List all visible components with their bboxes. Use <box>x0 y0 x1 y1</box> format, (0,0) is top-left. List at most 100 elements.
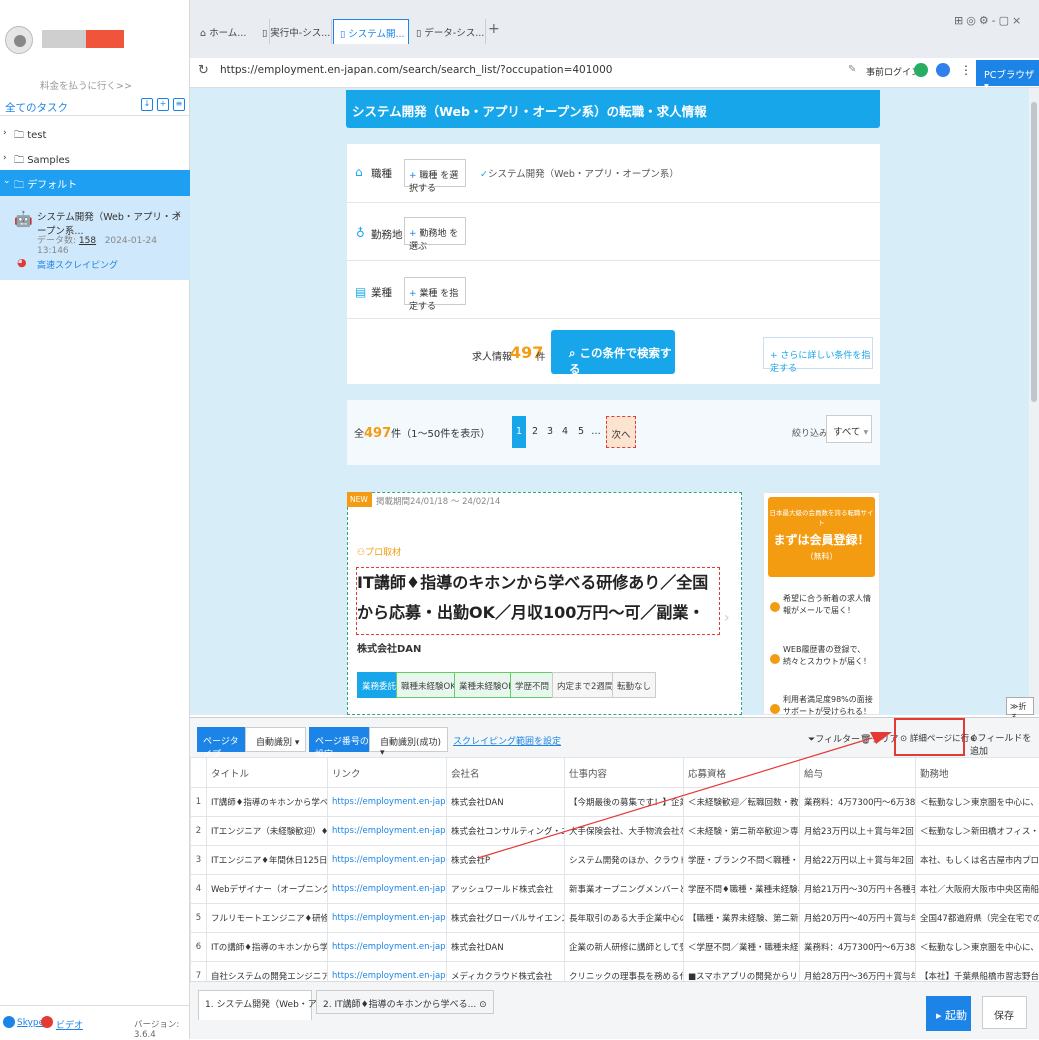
close-icon[interactable]: X <box>408 29 409 40</box>
pre-login-button[interactable]: 事前ログイン <box>866 65 920 78</box>
table-row[interactable]: 3ITエンジニア♦年間休日125日／リモ...https://employmen… <box>191 846 1039 875</box>
cell-location[interactable]: ＜転勤なし＞東京圏を中心に、大阪... <box>916 933 1039 962</box>
extension-icon-2[interactable] <box>936 63 950 77</box>
column-header[interactable]: 会社名 <box>447 758 565 788</box>
edit-icon[interactable]: ✎ <box>848 64 856 75</box>
table-row[interactable]: 2ITエンジニア（未経験歓迎）♦充実の...https://employment… <box>191 817 1039 846</box>
new-task-icon[interactable]: ↓ <box>141 98 153 111</box>
cell-company[interactable]: メディカクラウド株式会社 <box>447 962 565 982</box>
cell-job-content[interactable]: クリニックの理事長を務める代表が... <box>565 962 684 982</box>
column-header[interactable]: 給与 <box>800 758 916 788</box>
cell-title[interactable]: IT講師♦指導のキホンから学べる研修... <box>207 788 328 817</box>
cell-requirements[interactable]: 【職種・業界未経験、第二新卒歓迎... <box>684 904 800 933</box>
avatar[interactable] <box>5 26 33 54</box>
tab-system-dev[interactable]: ▯ システム開... X <box>333 19 409 44</box>
close-icon[interactable]: ⊙ <box>479 1000 487 1010</box>
cell-job-content[interactable]: 【今期最後の募集です！】企業の新... <box>565 788 684 817</box>
table-row[interactable]: 1IT講師♦指導のキホンから学べる研修...https://employment… <box>191 788 1039 817</box>
filter-button[interactable]: ⏷フィルター <box>808 732 860 745</box>
table-row[interactable]: 4Webデザイナー（オープニング募集...https://employment.… <box>191 875 1039 904</box>
signup-ad-banner[interactable]: 日本最大級の会員数を誇る転職サイト まずは会員登録！ （無料） <box>768 497 875 577</box>
pay-link[interactable]: 料金を払うに行く>> <box>40 78 132 92</box>
cell-title[interactable]: Webデザイナー（オープニング募集... <box>207 875 328 904</box>
column-header[interactable]: リンク <box>328 758 447 788</box>
tab-data[interactable]: ▯ データ-シス... X <box>410 19 486 44</box>
next-page-button[interactable]: 次へ <box>606 416 636 448</box>
cell-job-content[interactable]: システム開発のほか、クラウド構築... <box>565 846 684 875</box>
video-link[interactable]: ビデオ <box>56 1018 83 1031</box>
pc-browser-button[interactable]: PCブラウザ ▾ <box>976 60 1039 86</box>
cell-salary[interactable]: 業務料：4万7300円～6万3800円／... <box>800 788 916 817</box>
select-job-type-button[interactable]: 職種 を選択する <box>404 159 466 187</box>
page-type-select[interactable]: 自動識別 ▾ <box>245 727 306 752</box>
page-4[interactable]: 4 <box>558 416 572 448</box>
cell-link[interactable]: https://employment.en-japan.com/de... <box>328 904 447 933</box>
filter-select[interactable]: すべて ▾ <box>826 415 872 443</box>
job-title-link[interactable]: IT講師♦指導のキホンから学べる研修あり／全国から応募・出勤OK／月収100万円… <box>356 567 720 635</box>
cell-location[interactable]: ＜転勤なし＞東京圏を中心に、大阪... <box>916 788 1039 817</box>
cell-job-content[interactable]: 長年取引のある大手企業中心のシス... <box>565 904 684 933</box>
cell-company[interactable]: 株式会社コンサルティング・エムア... <box>447 817 565 846</box>
all-tasks-label[interactable]: 全てのタスク <box>5 100 68 115</box>
cell-requirements[interactable]: 学歴・ブランク不問＜職種・業種未... <box>684 846 800 875</box>
add-field-button[interactable]: ⊕フィールドを追加 <box>970 731 1039 757</box>
search-button[interactable]: ⌕ この条件で検索する <box>551 330 675 374</box>
page-scrollbar[interactable] <box>1029 88 1039 715</box>
cell-requirements[interactable]: ＜未経験歓迎／転職回数・教育ブラ... <box>684 788 800 817</box>
tree-item-default[interactable]: ⌄ 🗀 デフォルト <box>0 170 190 196</box>
cell-location[interactable]: ＜転勤なし＞新田橋オフィス・小川... <box>916 817 1039 846</box>
menu-icon[interactable]: ⋮ <box>960 63 972 77</box>
cell-requirements[interactable]: ■スマホアプリの開発からリリースま... <box>684 962 800 982</box>
run-button[interactable]: ▸ 起動 <box>926 996 971 1031</box>
cell-title[interactable]: 自社システムの開発エンジニア♦年間... <box>207 962 328 982</box>
select-location-button[interactable]: 勤務地 を選ぶ <box>404 217 466 245</box>
tree-item-samples[interactable]: › 🗀 Samples <box>0 147 190 171</box>
cell-link[interactable]: https://employment.en-japan.com/de... <box>328 962 447 982</box>
add-group-icon[interactable]: + <box>157 98 169 111</box>
clear-button[interactable]: 🗑クリア <box>860 732 898 745</box>
cell-title[interactable]: ITエンジニア（未経験歓迎）♦充実の... <box>207 817 328 846</box>
cell-location[interactable]: 本社／大阪府大阪市中央区南船場3-7... <box>916 875 1039 904</box>
page-3[interactable]: 3 <box>543 416 557 448</box>
url-field[interactable]: https://employment.en-japan.com/search/s… <box>220 64 612 76</box>
page-2[interactable]: 2 <box>528 416 542 448</box>
cell-requirements[interactable]: ＜学歴不問／業種・職種未経験、第... <box>684 933 800 962</box>
cell-company[interactable]: 株式会社P <box>447 846 565 875</box>
window-controls[interactable]: ⊞◎⚙-▢× <box>954 14 1024 27</box>
task-item[interactable]: 🤖 システム開発（Web・アプリ・オープン系... x データ数: 158 20… <box>0 196 190 280</box>
step-tab-2[interactable]: 2. IT講師♦指導のキホンから学べる... ⊙ <box>316 990 494 1014</box>
cell-requirements[interactable]: ＜未経験・第二新卒歓迎＞専門や以... <box>684 817 800 846</box>
cell-link[interactable]: https://employment.en-japan.com/de... <box>328 933 447 962</box>
cell-title[interactable]: フルリモートエンジニア♦研修もリモ... <box>207 904 328 933</box>
cell-link[interactable]: https://employment.en-japan.com/de... <box>328 817 447 846</box>
table-row[interactable]: 5フルリモートエンジニア♦研修もリモ...https://employment.… <box>191 904 1039 933</box>
table-row[interactable]: 7自社システムの開発エンジニア♦年間...https://employment.… <box>191 962 1039 982</box>
step-tab-1[interactable]: 1. システム開発（Web・アプリ・... <box>198 990 312 1020</box>
cell-location[interactable]: 【本社】千葉県船橋市習志野台8丁目... <box>916 962 1039 982</box>
cell-link[interactable]: https://employment.en-japan.com/de... <box>328 846 447 875</box>
refresh-icon[interactable]: ↻ <box>198 63 209 78</box>
column-header[interactable]: タイトル <box>207 758 328 788</box>
save-button[interactable]: 保存 <box>982 996 1027 1029</box>
cell-title[interactable]: ITの講師♦指導のキホンから学べる研... <box>207 933 328 962</box>
cell-company[interactable]: アッシュワールド株式会社 <box>447 875 565 904</box>
cell-location[interactable]: 本社、もしくは名古屋市内プロジェ... <box>916 846 1039 875</box>
column-header[interactable]: 勤務地 <box>916 758 1039 788</box>
more-conditions-button[interactable]: + さらに詳しい条件を指定する <box>763 337 873 369</box>
select-industry-button[interactable]: 業種 を指定する <box>404 277 466 305</box>
cell-job-content[interactable]: 大手保険会社、大手物流会社などの... <box>565 817 684 846</box>
cell-title[interactable]: ITエンジニア♦年間休日125日／リモ... <box>207 846 328 875</box>
cell-requirements[interactable]: 学歴不問♦職種・業種未経験、社会人... <box>684 875 800 904</box>
company-name[interactable]: 株式会社DAN <box>357 640 421 655</box>
go-to-detail-button[interactable]: ⊙ 詳細ページに行く <box>894 718 965 756</box>
chevron-right-icon[interactable]: › <box>724 610 730 626</box>
cell-company[interactable]: 株式会社グローバルサイエンス <box>447 904 565 933</box>
cell-company[interactable]: 株式会社DAN <box>447 788 565 817</box>
close-icon[interactable]: x <box>175 209 181 220</box>
column-header[interactable]: 応募資格 <box>684 758 800 788</box>
cell-link[interactable]: https://employment.en-japan.com/de... <box>328 875 447 904</box>
cell-salary[interactable]: 月給23万円以上＋賞与年2回＋各種手... <box>800 817 916 846</box>
import-icon[interactable]: ≡ <box>173 98 185 111</box>
data-count[interactable]: 158 <box>79 236 96 246</box>
tab-running[interactable]: ▯ 実行中-シス... X <box>256 19 332 44</box>
